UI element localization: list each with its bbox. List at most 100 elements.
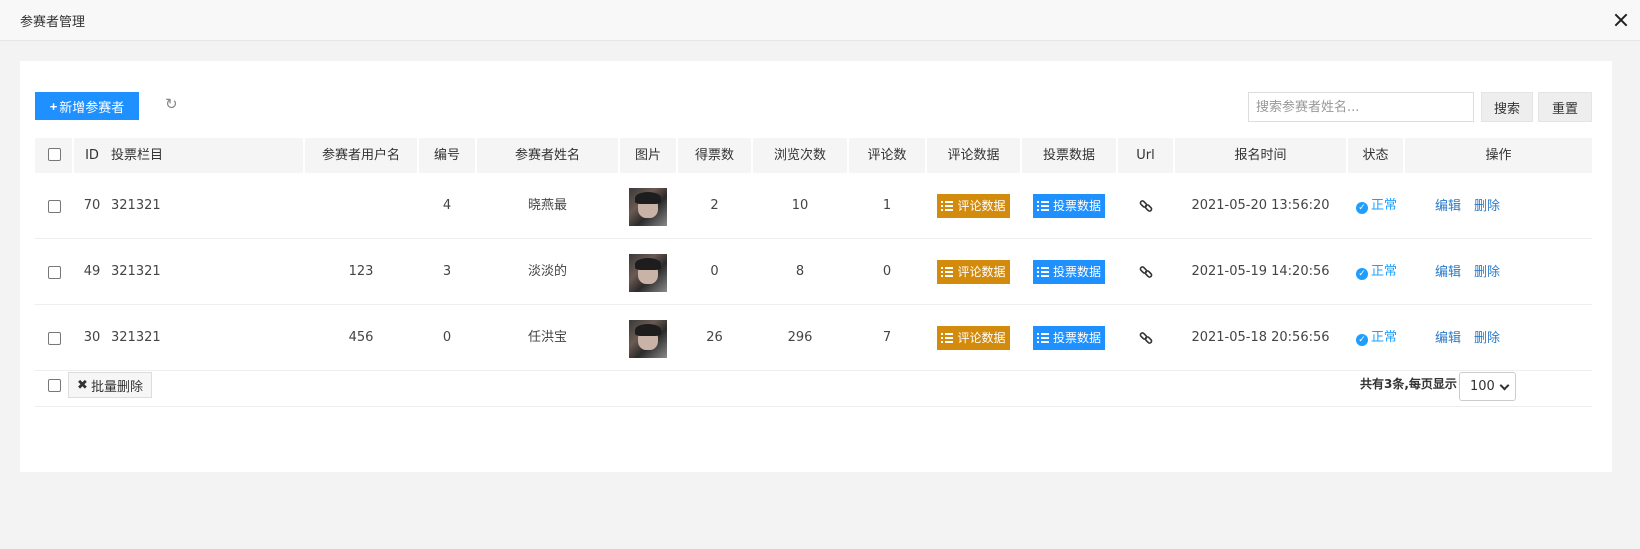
list-icon — [1036, 267, 1049, 277]
page-size-select[interactable]: 100 — [1459, 372, 1516, 401]
row-username: 456 — [348, 330, 374, 345]
vote-data-button[interactable]: 投票数据 — [1033, 260, 1105, 284]
participant-photo[interactable] — [629, 188, 667, 226]
list-icon — [1036, 201, 1049, 211]
footer-select-all-checkbox[interactable] — [48, 379, 61, 392]
header-select-all-cell — [35, 138, 72, 173]
main-panel: + 新增参赛者 ↻ 搜索 重置 ID 投票栏目 参赛者用户名 编号 参赛者姓名 … — [20, 61, 1612, 472]
list-icon — [941, 333, 954, 343]
row-comments: 7 — [882, 330, 892, 345]
batch-delete-label: 批量删除 — [90, 379, 143, 395]
comment-data-button[interactable]: 评论数据 — [937, 194, 1010, 218]
status-badge: ✓ 正常 — [1356, 173, 1397, 239]
row-name: 晓燕最 — [527, 198, 567, 213]
table-row: 49 321321 123 3 淡淡的 0 8 0 评论数据 投票数据 2021… — [35, 239, 1592, 305]
header-status: 状态 — [1348, 138, 1403, 173]
comment-data-label: 评论数据 — [957, 199, 1006, 213]
add-participant-button[interactable]: + 新增参赛者 — [35, 92, 139, 120]
status-badge: ✓ 正常 — [1356, 305, 1397, 371]
vote-data-button[interactable]: 投票数据 — [1033, 326, 1105, 350]
comment-data-label: 评论数据 — [957, 331, 1006, 345]
header-id: ID — [74, 138, 110, 173]
row-comments: 1 — [882, 198, 892, 213]
header-votes: 得票数 — [678, 138, 751, 173]
row-time: 2021-05-20 13:56:20 — [1191, 198, 1330, 213]
header-column: 投票栏目 — [107, 138, 303, 173]
close-icon[interactable] — [1612, 11, 1630, 29]
row-votes: 0 — [710, 264, 719, 279]
status-text: 正常 — [1371, 330, 1398, 345]
header-comment-data: 评论数据 — [927, 138, 1020, 173]
link-icon[interactable] — [1139, 199, 1153, 213]
list-icon — [941, 267, 954, 277]
vote-data-label: 投票数据 — [1052, 199, 1101, 213]
table-footer: ✖ 批量删除 共有3条,每页显示 100 — [35, 365, 1592, 407]
reset-button[interactable]: 重置 — [1538, 92, 1592, 122]
header-username: 参赛者用户名 — [305, 138, 417, 173]
list-icon — [1036, 333, 1049, 343]
row-id: 30 — [83, 330, 101, 345]
search-input[interactable] — [1248, 92, 1474, 122]
search-button[interactable]: 搜索 — [1481, 92, 1533, 122]
row-votes: 2 — [710, 198, 719, 213]
check-circle-icon: ✓ — [1356, 202, 1368, 214]
row-name: 淡淡的 — [527, 264, 567, 279]
list-icon — [941, 201, 954, 211]
check-circle-icon: ✓ — [1356, 334, 1368, 346]
header-image: 图片 — [620, 138, 676, 173]
header-number: 编号 — [419, 138, 475, 173]
row-views: 8 — [795, 264, 805, 279]
header-vote-data: 投票数据 — [1022, 138, 1116, 173]
row-checkbox[interactable] — [48, 332, 61, 345]
vote-data-label: 投票数据 — [1052, 265, 1101, 279]
delete-link[interactable]: 删除 — [1474, 173, 1500, 241]
participant-photo[interactable] — [629, 254, 667, 292]
participant-photo[interactable] — [629, 320, 667, 358]
row-username — [305, 173, 417, 239]
refresh-icon[interactable]: ↻ — [165, 96, 181, 112]
check-circle-icon: ✓ — [1356, 268, 1368, 280]
vote-data-label: 投票数据 — [1052, 331, 1101, 345]
row-id: 49 — [83, 264, 101, 279]
window-title: 参赛者管理 — [20, 15, 86, 30]
vote-data-button[interactable]: 投票数据 — [1033, 194, 1105, 218]
status-badge: ✓ 正常 — [1356, 239, 1397, 305]
row-name: 任洪宝 — [527, 330, 567, 345]
row-checkbox[interactable] — [48, 200, 61, 213]
row-views: 296 — [787, 330, 813, 345]
row-column: 321321 — [111, 330, 161, 345]
delete-link[interactable]: 删除 — [1474, 305, 1500, 373]
status-text: 正常 — [1371, 264, 1398, 279]
comment-data-button[interactable]: 评论数据 — [937, 260, 1010, 284]
close-icon: ✖ — [77, 377, 88, 393]
row-time: 2021-05-19 14:20:56 — [1191, 264, 1330, 279]
header-views: 浏览次数 — [753, 138, 847, 173]
edit-link[interactable]: 编辑 — [1435, 305, 1461, 373]
row-time: 2021-05-18 20:56:56 — [1191, 330, 1330, 345]
table-header: ID 投票栏目 参赛者用户名 编号 参赛者姓名 图片 得票数 浏览次数 评论数 … — [35, 138, 1592, 173]
add-participant-label: 新增参赛者 — [59, 99, 125, 115]
edit-link[interactable]: 编辑 — [1435, 239, 1461, 307]
chevron-down-icon — [1499, 380, 1510, 391]
header-ops: 操作 — [1405, 138, 1592, 173]
edit-link[interactable]: 编辑 — [1435, 173, 1461, 241]
batch-delete-button[interactable]: ✖ 批量删除 — [68, 372, 152, 398]
row-checkbox[interactable] — [48, 266, 61, 279]
table-row: 30 321321 456 0 任洪宝 26 296 7 评论数据 投票数据 2… — [35, 305, 1592, 371]
row-comments: 0 — [882, 264, 892, 279]
comment-data-button[interactable]: 评论数据 — [937, 326, 1010, 350]
link-icon[interactable] — [1139, 265, 1153, 279]
header-comments: 评论数 — [849, 138, 925, 173]
plus-icon: + — [49, 98, 58, 114]
row-views: 10 — [791, 198, 809, 213]
select-all-checkbox[interactable] — [48, 148, 61, 161]
status-text: 正常 — [1371, 198, 1398, 213]
delete-link[interactable]: 删除 — [1474, 239, 1500, 307]
header-url: Url — [1118, 138, 1173, 173]
row-number: 0 — [442, 330, 452, 345]
window-titlebar: 参赛者管理 — [0, 0, 1640, 41]
row-column: 321321 — [111, 198, 161, 213]
row-votes: 26 — [706, 330, 723, 345]
link-icon[interactable] — [1139, 331, 1153, 345]
row-column: 321321 — [111, 264, 161, 279]
